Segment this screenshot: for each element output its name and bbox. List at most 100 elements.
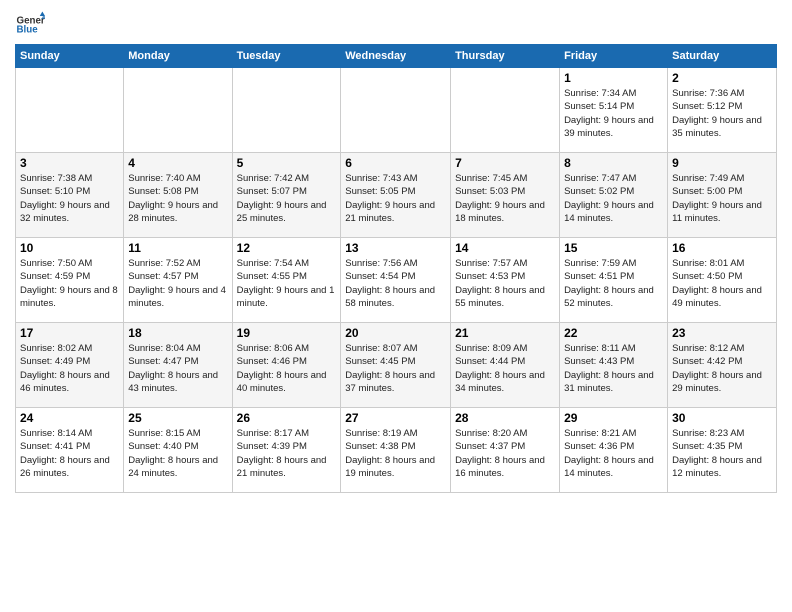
day-info: Sunrise: 7:54 AM Sunset: 4:55 PM Dayligh…	[237, 257, 337, 310]
day-info: Sunrise: 8:09 AM Sunset: 4:44 PM Dayligh…	[455, 342, 555, 395]
logo: General Blue	[15, 10, 49, 40]
calendar-cell: 4 Sunrise: 7:40 AM Sunset: 5:08 PM Daylig…	[124, 153, 232, 238]
calendar-cell: 29 Sunrise: 8:21 AM Sunset: 4:36 PM Dayli…	[560, 408, 668, 493]
calendar-cell: 17 Sunrise: 8:02 AM Sunset: 4:49 PM Dayli…	[16, 323, 124, 408]
day-number: 5	[237, 156, 337, 170]
calendar-cell: 7 Sunrise: 7:45 AM Sunset: 5:03 PM Daylig…	[451, 153, 560, 238]
day-number: 19	[237, 326, 337, 340]
day-info: Sunrise: 8:12 AM Sunset: 4:42 PM Dayligh…	[672, 342, 772, 395]
calendar-table: SundayMondayTuesdayWednesdayThursdayFrid…	[15, 44, 777, 493]
day-number: 14	[455, 241, 555, 255]
calendar-cell: 5 Sunrise: 7:42 AM Sunset: 5:07 PM Daylig…	[232, 153, 341, 238]
day-info: Sunrise: 8:23 AM Sunset: 4:35 PM Dayligh…	[672, 427, 772, 480]
calendar-cell: 6Sunrise: 7:43 AM Sunset: 5:05 PM Daylig…	[341, 153, 451, 238]
day-info: Sunrise: 7:52 AM Sunset: 4:57 PM Dayligh…	[128, 257, 227, 310]
day-info: Sunrise: 8:15 AM Sunset: 4:40 PM Dayligh…	[128, 427, 227, 480]
day-number: 30	[672, 411, 772, 425]
day-number: 25	[128, 411, 227, 425]
day-info: Sunrise: 7:34 AM Sunset: 5:14 PM Dayligh…	[564, 87, 663, 140]
calendar-cell: 22 Sunrise: 8:11 AM Sunset: 4:43 PM Dayli…	[560, 323, 668, 408]
weekday-header-tuesday: Tuesday	[232, 45, 341, 68]
day-info: Sunrise: 7:45 AM Sunset: 5:03 PM Dayligh…	[455, 172, 555, 225]
calendar-header: SundayMondayTuesdayWednesdayThursdayFrid…	[16, 45, 777, 68]
week-row-3: 10 Sunrise: 7:50 AM Sunset: 4:59 PM Dayli…	[16, 238, 777, 323]
week-row-1: 1 Sunrise: 7:34 AM Sunset: 5:14 PM Daylig…	[16, 68, 777, 153]
day-info: Sunrise: 8:06 AM Sunset: 4:46 PM Dayligh…	[237, 342, 337, 395]
calendar-cell: 25 Sunrise: 8:15 AM Sunset: 4:40 PM Dayli…	[124, 408, 232, 493]
svg-text:Blue: Blue	[17, 25, 39, 36]
day-info: Sunrise: 7:56 AM Sunset: 4:54 PM Dayligh…	[345, 257, 446, 310]
day-number: 29	[564, 411, 663, 425]
day-number: 24	[20, 411, 119, 425]
day-number: 7	[455, 156, 555, 170]
calendar-cell: 9Sunrise: 7:49 AM Sunset: 5:00 PM Daylig…	[668, 153, 777, 238]
calendar-cell: 11 Sunrise: 7:52 AM Sunset: 4:57 PM Dayli…	[124, 238, 232, 323]
calendar-cell: 26 Sunrise: 8:17 AM Sunset: 4:39 PM Dayli…	[232, 408, 341, 493]
day-info: Sunrise: 8:17 AM Sunset: 4:39 PM Dayligh…	[237, 427, 337, 480]
day-number: 4	[128, 156, 227, 170]
calendar-cell: 16 Sunrise: 8:01 AM Sunset: 4:50 PM Dayli…	[668, 238, 777, 323]
page-header: General Blue	[15, 10, 777, 40]
day-number: 3	[20, 156, 119, 170]
day-number: 2	[672, 71, 772, 85]
day-number: 27	[345, 411, 446, 425]
day-info: Sunrise: 8:20 AM Sunset: 4:37 PM Dayligh…	[455, 427, 555, 480]
day-number: 11	[128, 241, 227, 255]
day-info: Sunrise: 8:02 AM Sunset: 4:49 PM Dayligh…	[20, 342, 119, 395]
calendar-cell: 3 Sunrise: 7:38 AM Sunset: 5:10 PM Daylig…	[16, 153, 124, 238]
calendar-cell	[232, 68, 341, 153]
calendar-cell: 23 Sunrise: 8:12 AM Sunset: 4:42 PM Dayli…	[668, 323, 777, 408]
weekday-header-wednesday: Wednesday	[341, 45, 451, 68]
calendar-cell	[451, 68, 560, 153]
weekday-row: SundayMondayTuesdayWednesdayThursdayFrid…	[16, 45, 777, 68]
calendar-cell	[124, 68, 232, 153]
day-number: 10	[20, 241, 119, 255]
calendar-cell: 27Sunrise: 8:19 AM Sunset: 4:38 PM Dayli…	[341, 408, 451, 493]
calendar-cell: 1 Sunrise: 7:34 AM Sunset: 5:14 PM Daylig…	[560, 68, 668, 153]
weekday-header-thursday: Thursday	[451, 45, 560, 68]
day-info: Sunrise: 8:11 AM Sunset: 4:43 PM Dayligh…	[564, 342, 663, 395]
day-number: 20	[345, 326, 446, 340]
week-row-5: 24 Sunrise: 8:14 AM Sunset: 4:41 PM Dayli…	[16, 408, 777, 493]
weekday-header-monday: Monday	[124, 45, 232, 68]
day-info: Sunrise: 8:14 AM Sunset: 4:41 PM Dayligh…	[20, 427, 119, 480]
calendar-cell: 24 Sunrise: 8:14 AM Sunset: 4:41 PM Dayli…	[16, 408, 124, 493]
day-number: 16	[672, 241, 772, 255]
day-number: 6	[345, 156, 446, 170]
day-number: 26	[237, 411, 337, 425]
day-info: Sunrise: 7:47 AM Sunset: 5:02 PM Dayligh…	[564, 172, 663, 225]
day-info: Sunrise: 7:57 AM Sunset: 4:53 PM Dayligh…	[455, 257, 555, 310]
day-number: 23	[672, 326, 772, 340]
day-info: Sunrise: 7:40 AM Sunset: 5:08 PM Dayligh…	[128, 172, 227, 225]
day-number: 21	[455, 326, 555, 340]
day-info: Sunrise: 7:59 AM Sunset: 4:51 PM Dayligh…	[564, 257, 663, 310]
day-info: Sunrise: 8:04 AM Sunset: 4:47 PM Dayligh…	[128, 342, 227, 395]
day-number: 12	[237, 241, 337, 255]
day-number: 22	[564, 326, 663, 340]
day-number: 1	[564, 71, 663, 85]
calendar-cell: 20 Sunrise: 8:07 AM Sunset: 4:45 PM Dayli…	[341, 323, 451, 408]
day-number: 9	[672, 156, 772, 170]
weekday-header-saturday: Saturday	[668, 45, 777, 68]
day-info: Sunrise: 8:01 AM Sunset: 4:50 PM Dayligh…	[672, 257, 772, 310]
day-info: Sunrise: 7:38 AM Sunset: 5:10 PM Dayligh…	[20, 172, 119, 225]
calendar-cell: 21 Sunrise: 8:09 AM Sunset: 4:44 PM Dayli…	[451, 323, 560, 408]
day-info: Sunrise: 7:36 AM Sunset: 5:12 PM Dayligh…	[672, 87, 772, 140]
day-number: 8	[564, 156, 663, 170]
calendar-cell: 14 Sunrise: 7:57 AM Sunset: 4:53 PM Dayli…	[451, 238, 560, 323]
day-number: 17	[20, 326, 119, 340]
day-info: Sunrise: 7:50 AM Sunset: 4:59 PM Dayligh…	[20, 257, 119, 310]
calendar-cell: 10 Sunrise: 7:50 AM Sunset: 4:59 PM Dayli…	[16, 238, 124, 323]
calendar-cell: 13 Sunrise: 7:56 AM Sunset: 4:54 PM Dayli…	[341, 238, 451, 323]
day-info: Sunrise: 7:42 AM Sunset: 5:07 PM Dayligh…	[237, 172, 337, 225]
day-number: 15	[564, 241, 663, 255]
calendar-cell: 19 Sunrise: 8:06 AM Sunset: 4:46 PM Dayli…	[232, 323, 341, 408]
calendar-cell: 2 Sunrise: 7:36 AM Sunset: 5:12 PM Daylig…	[668, 68, 777, 153]
day-number: 13	[345, 241, 446, 255]
calendar-body: 1 Sunrise: 7:34 AM Sunset: 5:14 PM Daylig…	[16, 68, 777, 493]
calendar-cell: 12 Sunrise: 7:54 AM Sunset: 4:55 PM Dayli…	[232, 238, 341, 323]
calendar-cell: 18Sunrise: 8:04 AM Sunset: 4:47 PM Dayli…	[124, 323, 232, 408]
day-info: Sunrise: 8:07 AM Sunset: 4:45 PM Dayligh…	[345, 342, 446, 395]
day-info: Sunrise: 8:21 AM Sunset: 4:36 PM Dayligh…	[564, 427, 663, 480]
calendar-cell	[16, 68, 124, 153]
